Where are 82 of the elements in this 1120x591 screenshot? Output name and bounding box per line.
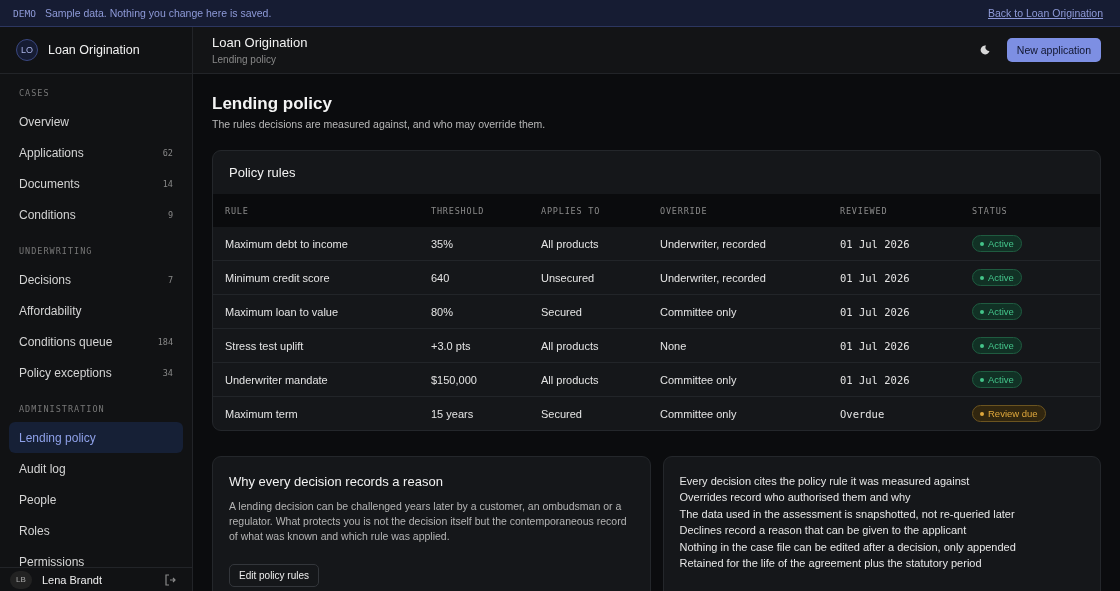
- table-cell: 01 Jul 2026: [828, 260, 960, 295]
- explainer-text: A lending decision can be challenged years later by a customer, an ombudsman or a regulator. What protects you is not the decision itself but the contemporaneous record of what was known and which rule was applied.: [229, 499, 628, 544]
- demo-tag: DEMO: [13, 7, 36, 19]
- user-name: Lena Brandt: [42, 573, 102, 586]
- table-cell: Overdue: [828, 396, 960, 430]
- table-cell: +3.0 pts: [419, 328, 529, 363]
- table-cell: 35%: [419, 227, 529, 261]
- principle-line: Declines record a reason that can be given to the applicant: [679, 523, 968, 539]
- app-avatar: LO: [16, 39, 38, 61]
- table-cell: Stress test uplift: [213, 328, 419, 363]
- table-cell: 01 Jul 2026: [828, 294, 960, 329]
- page-title: Lending policy: [212, 94, 333, 114]
- page-subtitle: The rules decisions are measured against, and who may override them.: [212, 118, 547, 130]
- table-cell: 15 years: [419, 396, 529, 430]
- table-cell: Unsecured: [529, 260, 648, 295]
- table-cell: 01 Jul 2026: [828, 362, 960, 397]
- section-label: ADMINISTRATION: [18, 403, 106, 416]
- nav-item[interactable]: Permissions: [9, 546, 183, 567]
- logout-icon[interactable]: [164, 573, 176, 586]
- section-label: UNDERWRITING: [18, 245, 94, 258]
- principle-line: Retained for the life of the agreement plus the statutory period: [679, 556, 983, 572]
- status-badge: Active: [972, 235, 1022, 252]
- table-cell: All products: [529, 328, 648, 363]
- section-label: CASES: [18, 87, 51, 100]
- nav-item[interactable]: Applications 62: [9, 137, 183, 168]
- card-title: Policy rules: [228, 164, 297, 182]
- table-cell: Committee only: [648, 362, 828, 397]
- nav-item[interactable]: Roles: [9, 515, 183, 546]
- edit-policy-rules-button[interactable]: Edit policy rules: [229, 564, 320, 587]
- breadcrumb: Lending policy: [212, 54, 277, 65]
- table-cell: Minimum credit score: [213, 260, 419, 295]
- moon-icon[interactable]: [979, 45, 990, 55]
- nav-item[interactable]: Conditions queue 184: [9, 326, 183, 357]
- status-badge: Active: [972, 337, 1022, 354]
- column-header: APPLIES TO: [529, 194, 648, 227]
- table-cell: None: [648, 328, 828, 363]
- table-cell: 01 Jul 2026: [828, 328, 960, 363]
- nav-item[interactable]: Conditions 9: [9, 199, 183, 230]
- table-cell: Maximum term: [213, 396, 419, 430]
- card-title: Why every decision records a reason: [229, 474, 444, 489]
- table-cell: All products: [529, 362, 648, 397]
- table-cell: All products: [529, 227, 648, 261]
- table-cell: 80%: [419, 294, 529, 329]
- column-header: RULE: [213, 194, 419, 227]
- nav-item[interactable]: Documents 14: [9, 168, 183, 199]
- nav-item[interactable]: Audit log: [9, 453, 183, 484]
- principle-line: The data used in the assessment is snapshotted, not re-queried later: [679, 506, 1016, 522]
- status-badge: Active: [972, 303, 1022, 320]
- table-cell: $150,000: [419, 362, 529, 397]
- nav-item[interactable]: Lending policy: [9, 422, 183, 453]
- principle-line: Overrides record who authorised them and why: [679, 490, 912, 506]
- nav-item[interactable]: Policy exceptions 34: [9, 357, 183, 388]
- table-cell: 01 Jul 2026: [828, 227, 960, 261]
- status-badge: Active: [972, 269, 1022, 286]
- table-cell: Committee only: [648, 294, 828, 329]
- nav-item[interactable]: Affordability: [9, 295, 183, 326]
- nav-item[interactable]: People: [9, 484, 183, 515]
- table-cell: Secured: [529, 396, 648, 430]
- table-cell: Underwriter, recorded: [648, 260, 828, 295]
- table-cell: Underwriter, recorded: [648, 227, 828, 261]
- table-cell: Secured: [529, 294, 648, 329]
- nav-item[interactable]: Decisions 7: [9, 264, 183, 295]
- principle-line: Every decision cites the policy rule it was measured against: [679, 474, 971, 489]
- header-title: Loan Origination: [212, 35, 309, 50]
- column-header: STATUS: [960, 194, 1100, 227]
- table-cell: Committee only: [648, 396, 828, 430]
- new-application-button[interactable]: New application: [1006, 38, 1101, 62]
- user-avatar: LB: [10, 570, 32, 589]
- table-cell: Maximum loan to value: [213, 294, 419, 329]
- table-cell: Maximum debt to income: [213, 227, 419, 261]
- status-badge: Active: [972, 371, 1022, 388]
- banner-message: Sample data. Nothing you change here is saved.: [44, 7, 272, 19]
- app-name: Loan Origination: [48, 43, 140, 57]
- column-header: THRESHOLD: [419, 194, 529, 227]
- column-header: REVIEWED: [828, 194, 960, 227]
- back-link[interactable]: Back to Loan Origination: [988, 7, 1103, 19]
- column-header: OVERRIDE: [648, 194, 828, 227]
- table-cell: Underwriter mandate: [213, 362, 419, 397]
- principle-line: Nothing in the case file can be edited after a decision, only appended: [679, 539, 1017, 555]
- nav-item[interactable]: Overview: [9, 106, 183, 137]
- status-badge: Review due: [972, 405, 1046, 422]
- table-cell: 640: [419, 260, 529, 295]
